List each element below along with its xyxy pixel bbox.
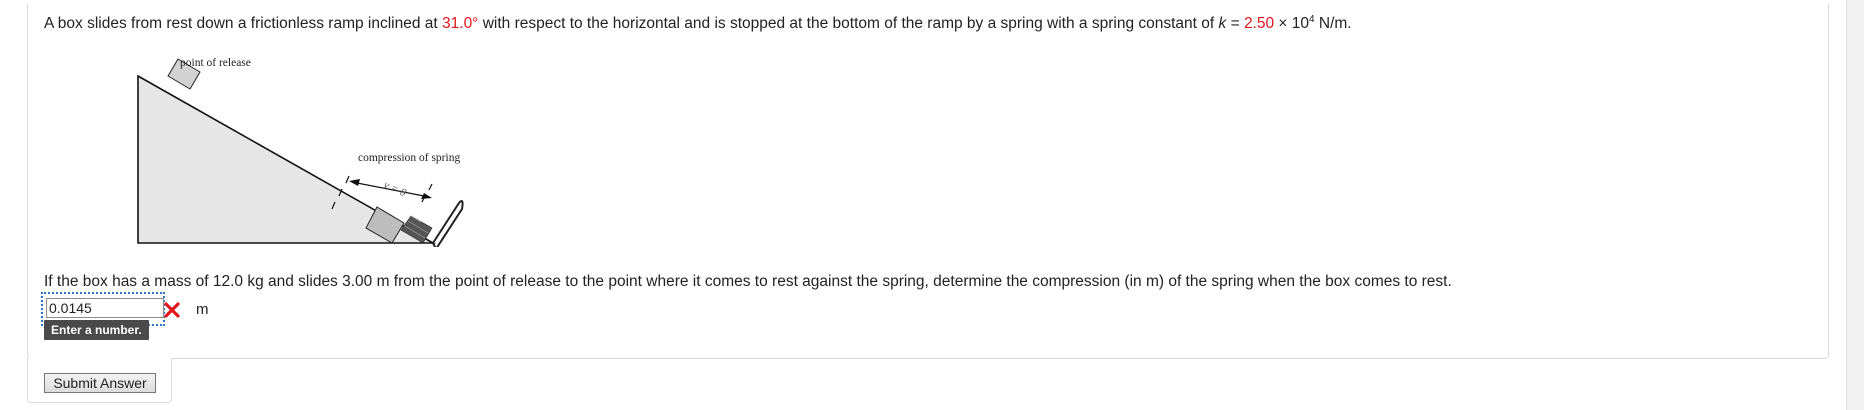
intro-text-1: A box slides from rest down a frictionle…	[44, 15, 443, 32]
velocity-label: v = 0	[382, 179, 409, 200]
k-unit: N/m.	[1314, 15, 1352, 32]
times-ten: × 10	[1274, 15, 1310, 32]
ramp-diagram: point of release compression of spring v…	[137, 57, 464, 247]
scrollbar[interactable]	[1846, 0, 1864, 410]
exponent: 4	[1309, 14, 1315, 25]
compression-label: compression of spring	[358, 152, 460, 164]
incorrect-x-icon	[164, 302, 180, 318]
answer-input[interactable]	[46, 298, 164, 318]
question-prompt: If the box has a mass of 12.0 kg and sli…	[44, 273, 1452, 290]
release-label: point of release	[180, 57, 251, 69]
submit-answer-button[interactable]: Submit Answer	[44, 373, 156, 393]
answer-unit: m	[196, 301, 209, 318]
equals-sign: =	[1226, 15, 1244, 32]
intro-text-2: with respect to the horizontal and is st…	[478, 15, 1219, 32]
input-hint-tooltip: Enter a number.	[44, 320, 149, 340]
k-value: 2.50	[1243, 15, 1275, 32]
angle-value: 31.0°	[442, 15, 479, 32]
question-intro: A box slides from rest down a frictionle…	[44, 14, 1352, 34]
stopper-wall	[432, 200, 464, 247]
